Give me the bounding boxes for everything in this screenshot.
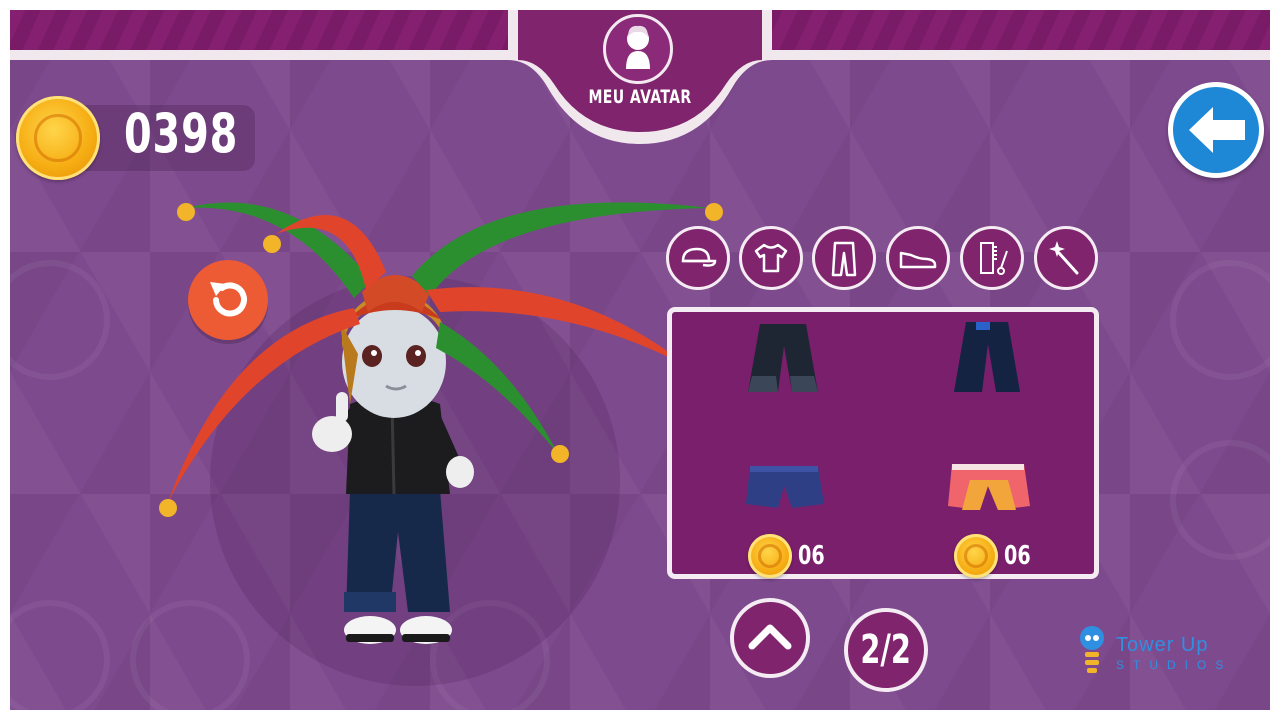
tower-up-studios-logo: Tower Up STUDIOS [1072,620,1262,680]
coin-icon [748,534,792,578]
title-tab: MEU AVATAR [508,10,772,152]
category-hair-button[interactable] [960,226,1024,290]
pants-icon [831,241,857,277]
item-price: 06 [748,534,831,578]
back-button[interactable] [1168,82,1264,178]
category-extras-button[interactable] [1034,226,1098,290]
page-indicator: 2/2 [844,608,928,692]
avatar-silhouette-icon [603,14,673,84]
item-navy-jeans[interactable] [942,318,1032,400]
cap-icon [681,247,717,267]
tshirt-icon [754,243,788,273]
category-pants-button[interactable] [812,226,876,290]
reset-icon [210,282,247,317]
category-hats-button[interactable] [666,226,730,290]
tower-robot-icon [1080,626,1104,673]
avatar-character[interactable] [150,172,730,652]
item-price-text: 06 [1004,541,1031,571]
coin-count: 0398 [124,102,239,165]
coin-icon [954,534,998,578]
brand-subtitle: STUDIOS [1116,658,1233,672]
page-title: MEU AVATAR [588,86,692,108]
background-watermark [10,600,110,710]
background-watermark [1170,260,1270,380]
background-watermark [10,260,110,380]
brand-name: Tower Up [1116,634,1209,656]
page-indicator-text: 2/2 [860,627,912,673]
item-pink-orange-shorts[interactable] [944,458,1034,522]
item-price-text: 06 [798,541,825,571]
background-watermark [1170,440,1270,560]
comb-scissors-icon [980,242,1008,275]
game-screen: MEU AVATAR 0398 06 06 2/2 Tower Up STUDI… [10,10,1270,710]
page-up-button[interactable] [730,598,810,678]
item-black-jeans[interactable] [738,320,828,400]
chevron-up-icon [748,624,792,650]
sneaker-icon [899,251,937,269]
magic-wand-icon [1049,241,1079,275]
arrow-left-icon [1189,107,1245,153]
category-shoes-button[interactable] [886,226,950,290]
coin-icon [16,96,100,180]
item-price: 06 [954,534,1037,578]
item-blue-shorts[interactable] [740,460,830,520]
items-panel: 06 06 [667,307,1099,579]
category-shirts-button[interactable] [739,226,803,290]
reset-avatar-button[interactable] [188,260,268,340]
